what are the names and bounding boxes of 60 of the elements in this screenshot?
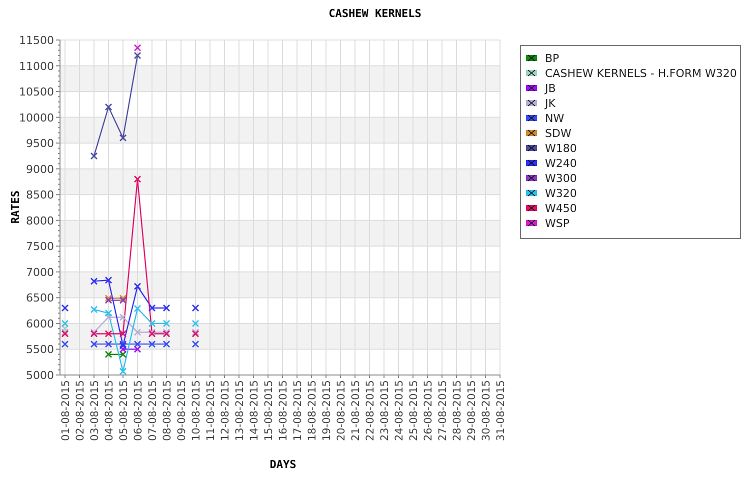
legend-label: CASHEW KERNELS - H.FORM W320 xyxy=(545,67,737,80)
x-tick-label: 26-08-2015 xyxy=(422,380,434,442)
legend-label: W450 xyxy=(545,202,577,215)
x-tick-label: 23-08-2015 xyxy=(379,380,391,442)
x-tick-label: 30-08-2015 xyxy=(480,380,492,442)
x-tick-label: 18-08-2015 xyxy=(306,380,318,442)
legend-label: W240 xyxy=(545,157,577,170)
x-tick-label: 02-08-2015 xyxy=(74,380,86,442)
chart-title: CASHEW KERNELS xyxy=(328,7,422,20)
x-tick-label: 08-08-2015 xyxy=(162,380,174,442)
x-tick-label: 22-08-2015 xyxy=(364,380,376,442)
x-tick-label: 11-08-2015 xyxy=(205,380,217,442)
y-tick-label: 10500 xyxy=(19,86,54,99)
legend-label: W300 xyxy=(545,172,577,185)
x-tick-label: 07-08-2015 xyxy=(147,380,159,442)
x-tick-label: 04-08-2015 xyxy=(104,380,116,442)
y-tick-label: 11500 xyxy=(19,34,54,47)
x-tick-label: 13-08-2015 xyxy=(234,380,246,442)
y-tick-label: 5000 xyxy=(26,369,54,382)
x-tick-label: 06-08-2015 xyxy=(132,380,144,442)
y-tick-label: 9500 xyxy=(26,137,54,150)
y-tick-label: 11000 xyxy=(19,60,54,73)
x-tick-label: 27-08-2015 xyxy=(437,380,449,442)
legend-label: NW xyxy=(545,112,564,125)
legend-label: JB xyxy=(545,82,556,95)
legend-label: W320 xyxy=(545,187,577,200)
x-tick-label: 05-08-2015 xyxy=(118,380,130,442)
y-axis-title: RATES xyxy=(9,190,22,224)
y-tick-label: 6500 xyxy=(26,292,54,305)
x-tick-label: 25-08-2015 xyxy=(408,380,420,442)
x-tick-label: 16-08-2015 xyxy=(278,380,290,442)
x-tick-label: 24-08-2015 xyxy=(394,380,406,442)
x-tick-label: 15-08-2015 xyxy=(263,380,275,442)
y-tick-label: 8000 xyxy=(26,214,54,228)
x-tick-label: 01-08-2015 xyxy=(60,380,72,442)
x-tick-label: 28-08-2015 xyxy=(452,380,464,442)
x-tick-label: 29-08-2015 xyxy=(466,380,478,442)
x-tick-label: 17-08-2015 xyxy=(292,380,304,442)
y-tick-label: 6000 xyxy=(26,317,54,330)
x-tick-label: 10-08-2015 xyxy=(190,380,202,442)
y-tick-label: 5500 xyxy=(26,343,54,356)
y-tick-label: 8500 xyxy=(26,188,54,202)
legend-label: JK xyxy=(545,97,556,110)
x-tick-label: 14-08-2015 xyxy=(248,380,260,442)
x-tick-label: 03-08-2015 xyxy=(89,380,101,442)
x-tick-label: 09-08-2015 xyxy=(176,380,188,442)
x-tick-label: 31-08-2015 xyxy=(495,380,507,442)
y-tick-label: 7500 xyxy=(26,240,54,254)
x-tick-label: 21-08-2015 xyxy=(350,380,362,442)
x-tick-label: 12-08-2015 xyxy=(220,380,232,442)
legend-label: SDW xyxy=(545,127,572,140)
x-axis-title: DAYS xyxy=(270,458,296,471)
legend-label: W180 xyxy=(545,142,577,155)
y-tick-label: 9000 xyxy=(26,162,54,176)
y-tick-label: 10000 xyxy=(19,111,54,124)
x-tick-label: 20-08-2015 xyxy=(336,380,348,442)
legend-label: WSP xyxy=(545,217,570,230)
y-tick-label: 7000 xyxy=(26,266,54,279)
x-tick-label: 19-08-2015 xyxy=(321,380,333,442)
legend-label: BP xyxy=(545,52,560,65)
